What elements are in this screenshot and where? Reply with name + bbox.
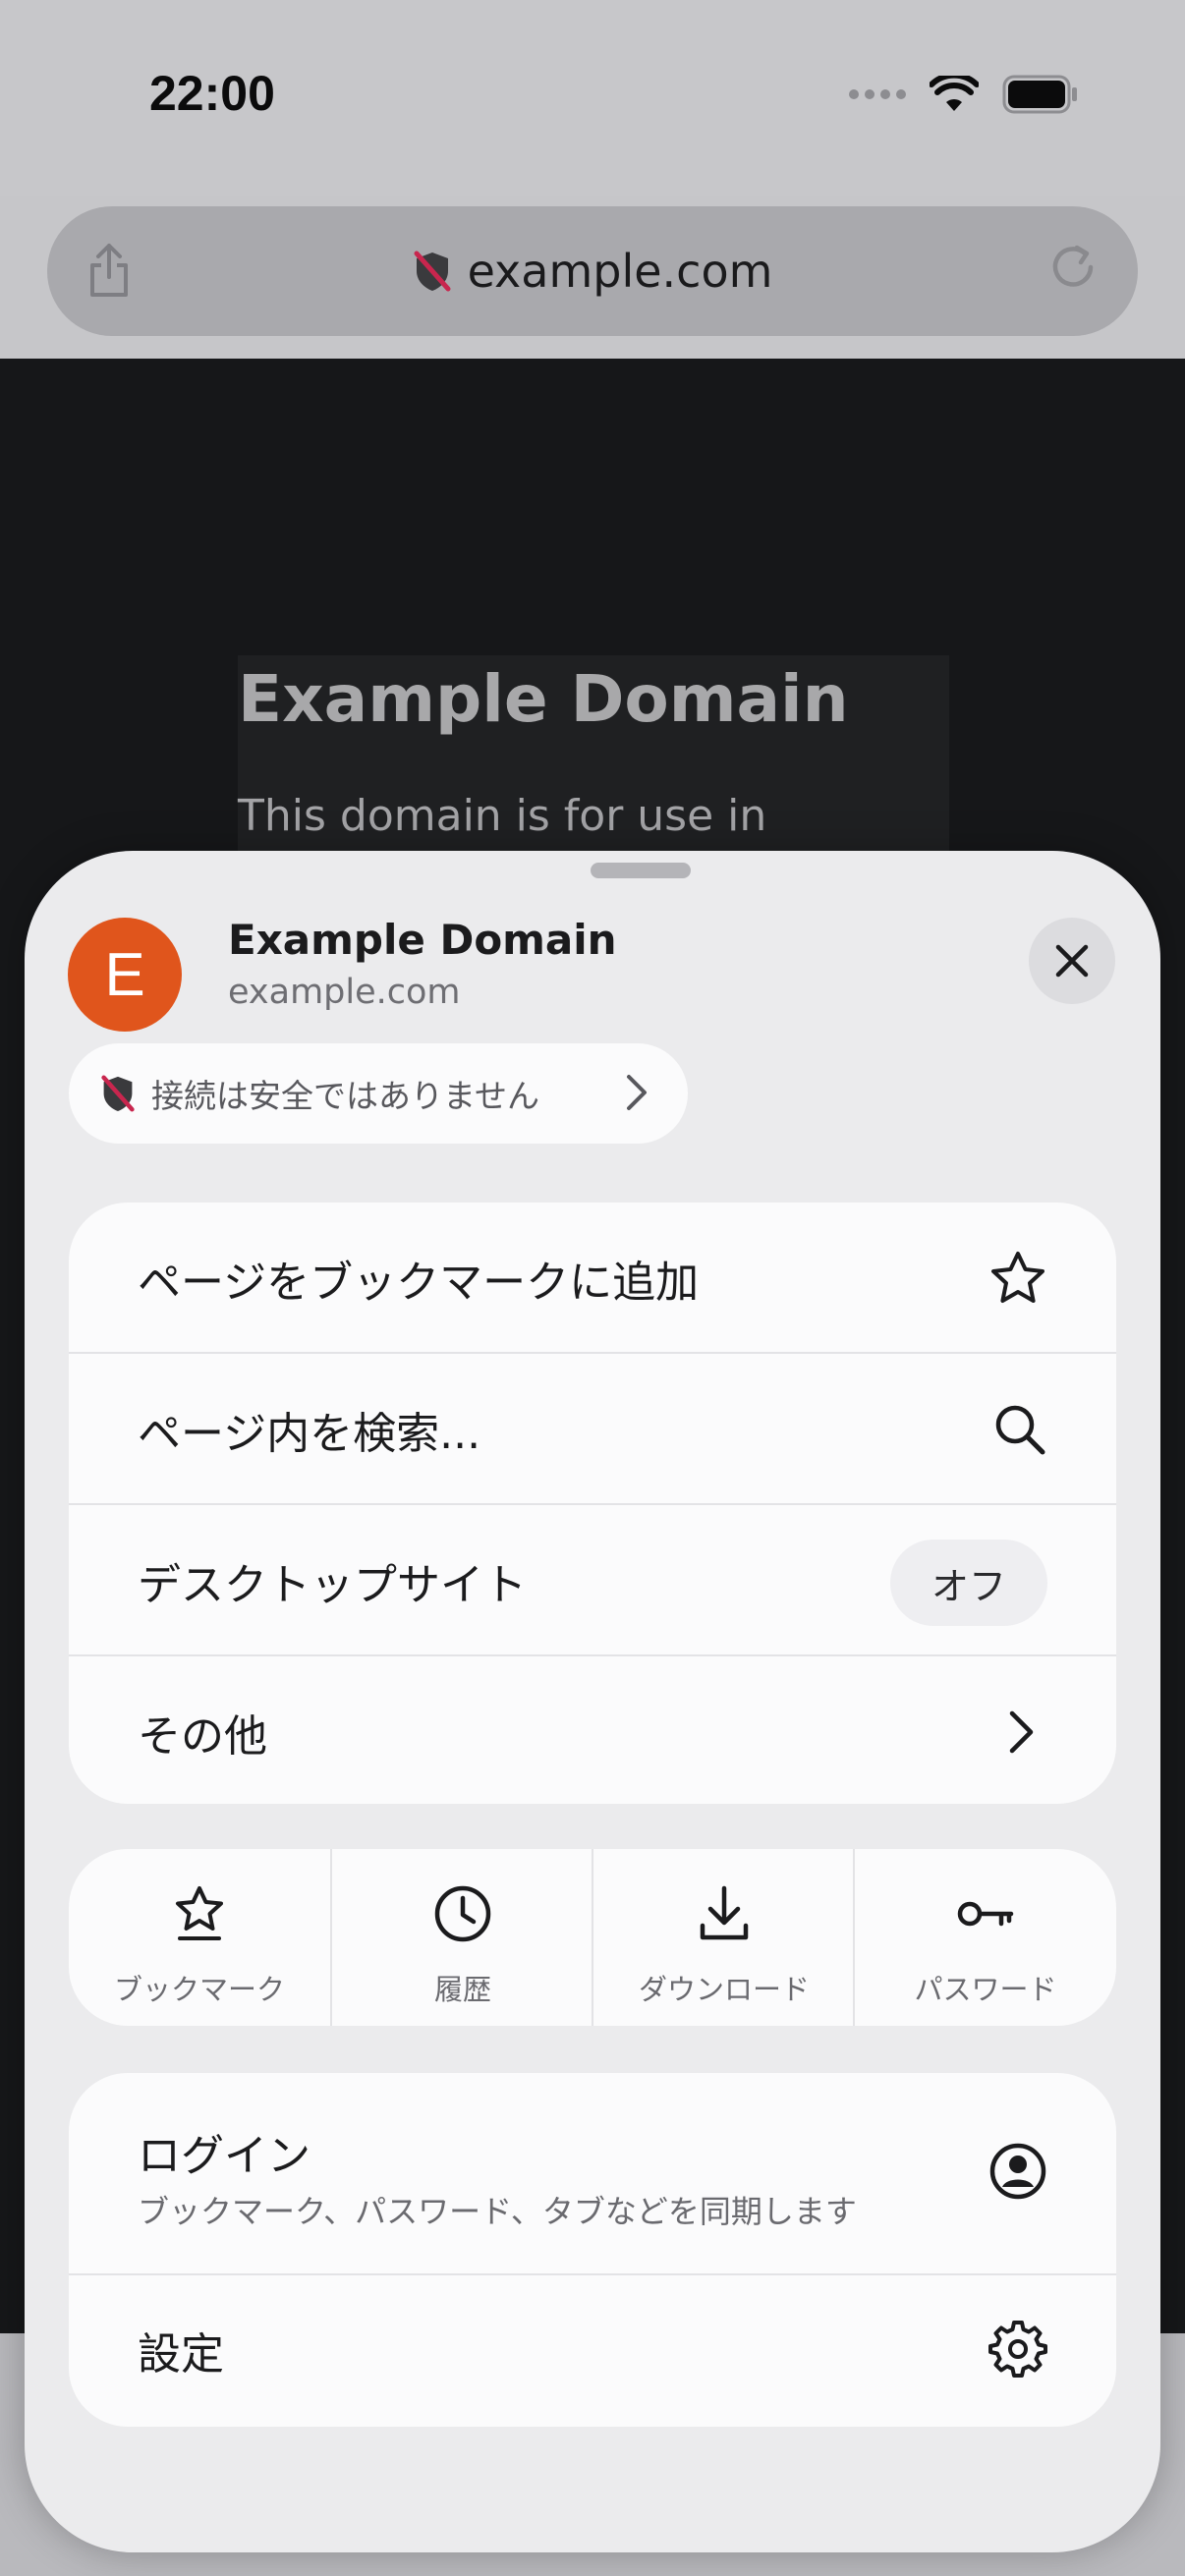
menu-card: ページをブックマークに追加 ページ内を検索... デスクトップサイト オフ その… [69, 1203, 1116, 1804]
page-menu-sheet: E Example Domain example.com 接続は安全ではありませ… [25, 851, 1160, 2552]
reload-icon[interactable] [1047, 242, 1099, 297]
settings-label: 設定 [138, 2329, 224, 2380]
clock-icon [332, 1884, 593, 1943]
site-title: Example Domain [228, 916, 617, 964]
key-icon [855, 1884, 1116, 1943]
page-heading: Example Domain [238, 661, 849, 737]
bookmark-star-icon [69, 1884, 330, 1943]
status-time: 22:00 [149, 66, 275, 121]
chevron-right-icon [627, 1075, 647, 1110]
site-url: example.com [228, 973, 461, 1012]
page-body-text: This domain is for use in [238, 791, 767, 841]
passwords-button[interactable]: パスワード [855, 1849, 1116, 2026]
account-card: ログイン ブックマーク、パスワード、タブなどを同期します 設定 [69, 2073, 1116, 2427]
url-bar[interactable]: example.com [47, 206, 1138, 336]
url-center[interactable]: example.com [47, 206, 1138, 336]
search-icon [992, 1402, 1047, 1457]
url-text: example.com [467, 245, 773, 298]
history-button[interactable]: 履歴 [332, 1849, 593, 2026]
add-bookmark-label: ページをブックマークに追加 [138, 1257, 700, 1308]
settings-item[interactable]: 設定 [69, 2275, 1116, 2427]
drag-handle[interactable] [591, 863, 691, 878]
find-in-page-label: ページ内を検索... [138, 1408, 481, 1459]
history-label: 履歴 [433, 1973, 491, 2006]
star-icon [988, 1250, 1047, 1307]
login-item[interactable]: ログイン ブックマーク、パスワード、タブなどを同期します [69, 2073, 1116, 2273]
site-avatar: E [68, 918, 182, 1032]
add-bookmark-item[interactable]: ページをブックマークに追加 [69, 1203, 1116, 1353]
desktop-site-toggle[interactable]: オフ [890, 1540, 1047, 1626]
login-title: ログイン [138, 2131, 310, 2181]
close-icon [1055, 944, 1089, 978]
status-icons [849, 71, 1079, 118]
security-status-label: 接続は安全ではありません [151, 1077, 540, 1115]
bookmarks-button[interactable]: ブックマーク [69, 1849, 330, 2026]
more-label: その他 [138, 1710, 267, 1762]
bookmarks-label: ブックマーク [113, 1973, 285, 2006]
download-icon [593, 1884, 855, 1943]
quick-actions-card: ブックマーク 履歴 ダウンロード パスワード [69, 1849, 1116, 2026]
downloads-label: ダウンロード [638, 1973, 810, 2006]
insecure-shield-icon [101, 1075, 135, 1112]
gear-icon [988, 2319, 1047, 2381]
account-icon [988, 2142, 1047, 2205]
wifi-icon [930, 76, 979, 111]
passwords-label: パスワード [914, 1973, 1057, 2006]
find-in-page-item[interactable]: ページ内を検索... [69, 1354, 1116, 1504]
close-button[interactable] [1029, 918, 1115, 1004]
security-status-button[interactable]: 接続は安全ではありません [69, 1043, 688, 1144]
desktop-site-item[interactable]: デスクトップサイト オフ [69, 1505, 1116, 1655]
battery-icon [1002, 75, 1077, 114]
login-subtitle: ブックマーク、パスワード、タブなどを同期します [138, 2193, 857, 2230]
more-item[interactable]: その他 [69, 1656, 1116, 1804]
signal-dots-icon [849, 89, 906, 99]
chevron-right-icon [1008, 1709, 1036, 1755]
insecure-shield-icon [414, 251, 451, 292]
desktop-site-label: デスクトップサイト [138, 1559, 527, 1610]
status-bar: 22:00 [0, 0, 1185, 196]
downloads-button[interactable]: ダウンロード [593, 1849, 855, 2026]
